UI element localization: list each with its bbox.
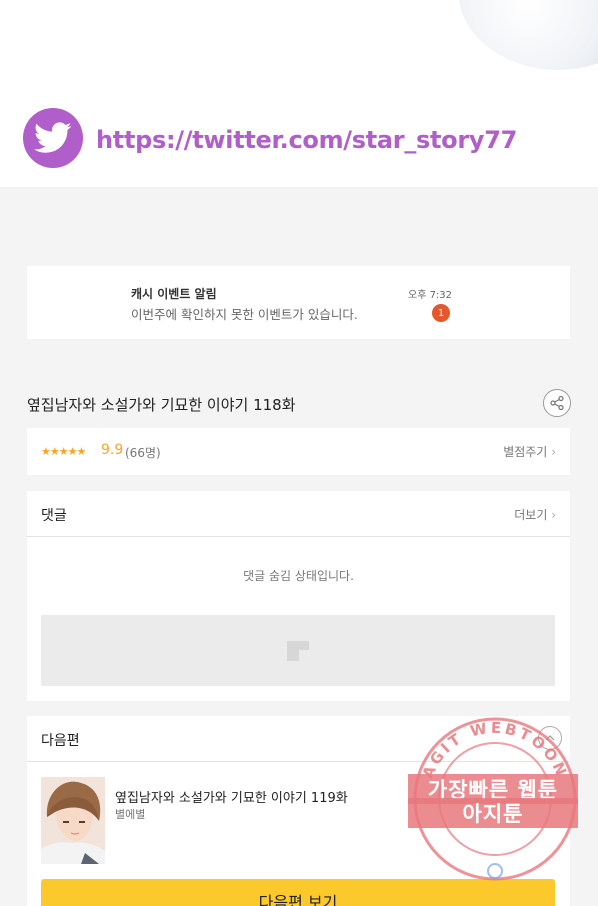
twitter-link[interactable]: https://twitter.com/star_story77 — [96, 126, 517, 154]
image-placeholder-icon — [287, 641, 309, 661]
watermark-line2: 아지툰 — [408, 798, 578, 828]
comments-section: 댓글 더보기 › 댓글 숨김 상태입니다. — [27, 491, 570, 701]
rating-count: (66명) — [125, 446, 161, 460]
comments-hidden-message: 댓글 숨김 상태입니다. — [243, 569, 354, 583]
comments-more-button[interactable]: 더보기 › — [514, 506, 556, 523]
comments-header: 댓글 더보기 › — [27, 491, 570, 537]
chevron-up-icon[interactable] — [538, 726, 562, 750]
notification-title: 캐시 이벤트 알림 — [131, 287, 217, 301]
comments-title: 댓글 — [41, 508, 67, 524]
notification-badge: 1 — [432, 304, 450, 322]
rate-label: 별점주기 — [503, 445, 548, 459]
next-episode-thumbnail[interactable] — [41, 777, 105, 864]
notification-time: 오후 7:32 — [408, 290, 453, 301]
share-button[interactable] — [543, 389, 571, 417]
notification-card[interactable]: 캐시 이벤트 알림 오후 7:32 이번주에 확인하지 못한 이벤트가 있습니다… — [27, 266, 570, 339]
next-episode-header: 다음편 — [27, 716, 570, 762]
chevron-right-icon: › — [551, 445, 556, 459]
share-icon — [550, 395, 564, 411]
decorative-swirl — [458, 0, 598, 70]
next-episode-button[interactable]: 다음편 보기 — [41, 879, 555, 906]
rate-button[interactable]: 별점주기 › — [503, 443, 556, 460]
rating-score: 9.9 — [101, 442, 124, 458]
notification-message: 이번주에 확인하지 못한 이벤트가 있습니다. — [131, 307, 358, 322]
ad-placeholder — [41, 615, 555, 686]
comments-more-label: 더보기 — [514, 508, 548, 522]
twitter-banner: https://twitter.com/star_story77 — [0, 0, 598, 187]
next-episode-title[interactable]: 옆집남자와 소설가와 기묘한 이야기 119화 — [115, 787, 348, 806]
next-episode-author: 별에별 — [115, 808, 146, 821]
twitter-icon[interactable] — [23, 108, 83, 168]
star-icons: ★★★★★ — [41, 445, 86, 458]
chevron-right-icon: › — [551, 508, 556, 522]
next-episode-section-title: 다음편 — [41, 733, 80, 749]
episode-title: 옆집남자와 소설가와 기묘한 이야기 118화 — [27, 396, 296, 414]
rating-card: ★★★★★ 9.9 (66명) 별점주기 › — [27, 428, 570, 475]
